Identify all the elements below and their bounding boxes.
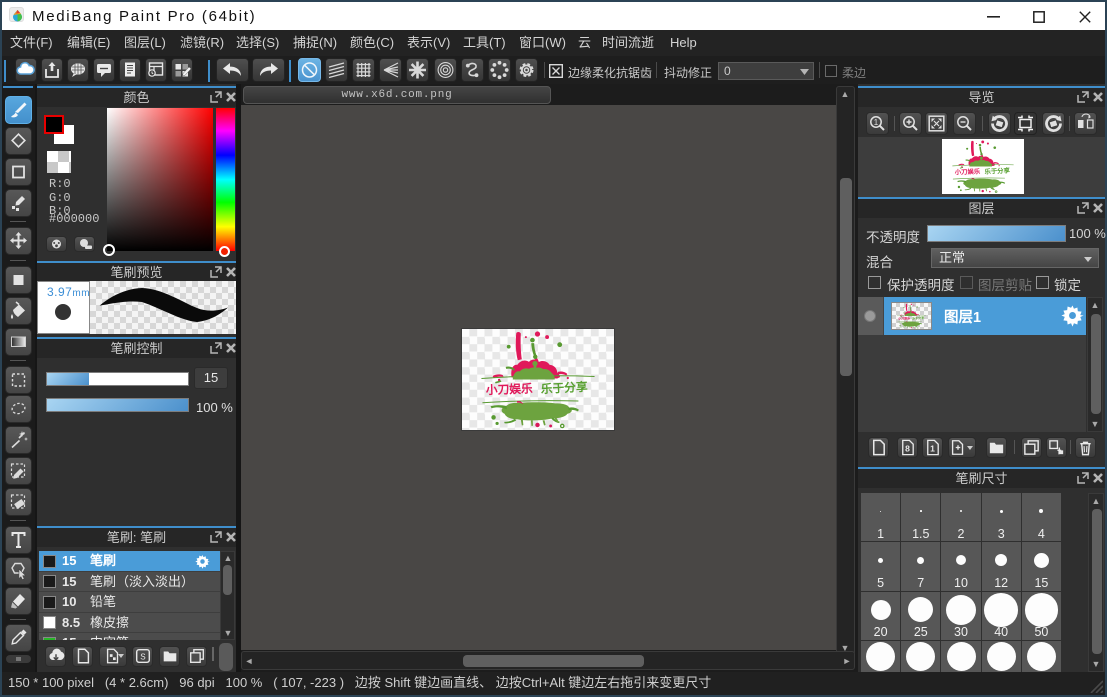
svg-text:1: 1 xyxy=(930,443,935,453)
svg-text:1: 1 xyxy=(874,118,879,127)
svg-text:8: 8 xyxy=(905,443,910,453)
svg-text:S: S xyxy=(140,653,146,662)
